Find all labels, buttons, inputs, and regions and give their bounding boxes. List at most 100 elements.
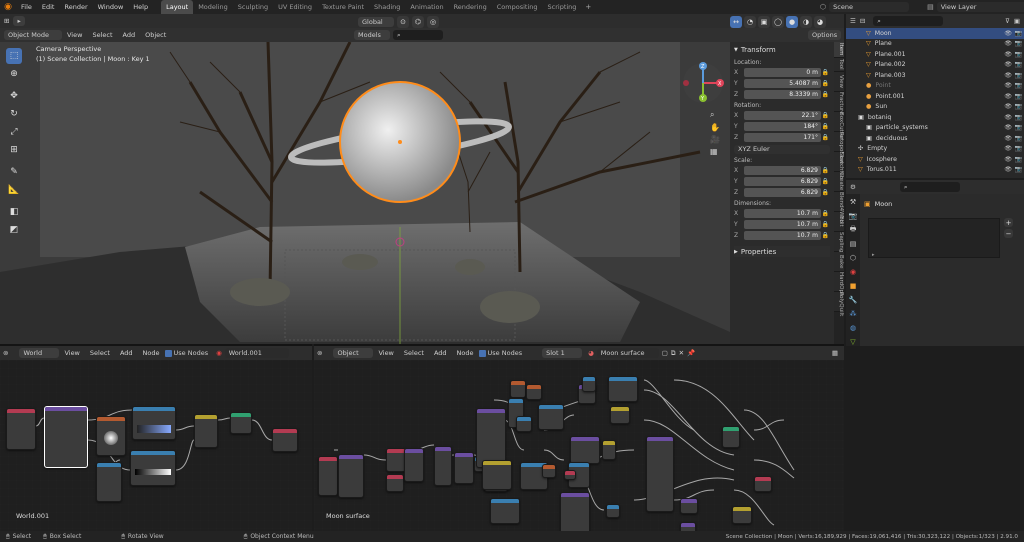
world-use-nodes-checkbox[interactable]: Use Nodes — [164, 349, 208, 357]
lock-icon[interactable]: 🔒 — [821, 80, 830, 87]
transform-tool-icon[interactable]: ⊞ — [6, 142, 22, 158]
shader-node[interactable] — [732, 506, 752, 524]
filter-icon[interactable]: ⊽ — [1005, 17, 1010, 25]
render-camera-icon[interactable]: 📷 — [1015, 61, 1022, 68]
tab-scripting[interactable]: Scripting — [543, 0, 582, 14]
world-node-editor[interactable]: ⊚ World View Select Add Node Use Nodes ◉… — [0, 344, 312, 531]
menu-help[interactable]: Help — [128, 0, 153, 14]
shader-node-editor[interactable]: ⊚ Object View Select Add Node Use Nodes … — [314, 344, 844, 531]
outliner-row[interactable]: ▽ Plane.002 👁 📷 — [846, 60, 1024, 71]
tab-modeling[interactable]: Modeling — [193, 0, 233, 14]
shader-node[interactable] — [482, 460, 512, 490]
visibility-eye-icon[interactable]: 👁 — [1004, 61, 1012, 68]
properties-panel-header[interactable]: ▶ Properties — [734, 246, 830, 257]
menu-file[interactable]: File — [16, 0, 37, 14]
render-camera-icon[interactable]: 📷 — [1015, 135, 1022, 142]
location-x-field[interactable]: 0 m — [744, 67, 821, 77]
menu-edit[interactable]: Edit — [37, 0, 60, 14]
orientation-dropdown[interactable]: Global — [358, 17, 394, 27]
we-menu-add[interactable]: Add — [115, 349, 138, 357]
transform-panel-header[interactable]: ▼ Transform — [734, 44, 830, 55]
lock-icon[interactable]: 🔒 — [821, 210, 830, 217]
visibility-eye-icon[interactable]: 👁 — [1004, 145, 1012, 152]
visibility-eye-icon[interactable]: 👁 — [1004, 93, 1012, 100]
unlink-material-icon[interactable]: ✕ — [679, 349, 684, 357]
shader-node[interactable] — [754, 476, 772, 492]
lock-icon[interactable]: 🔒 — [821, 178, 830, 185]
render-camera-icon[interactable]: 📷 — [1015, 166, 1022, 173]
shader-node[interactable] — [386, 448, 406, 472]
outliner-row[interactable]: ● Point 👁 📷 — [846, 81, 1024, 92]
tab-uv-editing[interactable]: UV Editing — [273, 0, 317, 14]
dimensions-z-field[interactable]: 10.7 m — [744, 230, 821, 240]
collection-filter-dropdown[interactable]: Models — [354, 30, 390, 40]
wireframe-shading-icon[interactable]: ◯ — [772, 16, 784, 28]
visibility-eye-icon[interactable]: 👁 — [1004, 51, 1012, 58]
shader-node[interactable] — [538, 404, 564, 430]
location-z-field[interactable]: 8.3339 m — [744, 89, 821, 99]
render-camera-icon[interactable]: 📷 — [1015, 103, 1022, 110]
shader-node[interactable] — [490, 498, 520, 524]
fake-user-icon[interactable]: ▢ — [662, 349, 668, 357]
n-tab-fracture[interactable]: Fracture — [834, 92, 844, 115]
properties-search-input[interactable]: ⌕ — [899, 182, 960, 192]
world-node-gradient[interactable] — [130, 450, 176, 486]
zoom-icon[interactable]: ⌕ — [710, 110, 720, 120]
view-layer-tab-icon[interactable]: ▤ — [847, 238, 859, 250]
list-expand-icon[interactable]: ▸ — [872, 252, 875, 258]
se-menu-add[interactable]: Add — [429, 349, 452, 357]
shader-node[interactable] — [542, 464, 556, 478]
se-menu-node[interactable]: Node — [452, 349, 479, 357]
outliner-row[interactable]: ▽ Plane.001 👁 📷 — [846, 49, 1024, 60]
3d-viewport[interactable]: ⊞ ▸ Object Mode View Select Add Object G… — [0, 14, 844, 344]
shader-node[interactable] — [434, 446, 452, 486]
n-tab-polyquilt[interactable]: PolyQuilt — [834, 292, 844, 316]
n-tab-sketchfab[interactable]: Sketchfab — [834, 152, 844, 179]
outliner-row[interactable]: ▽ Moon 👁 📷 — [846, 28, 1024, 39]
outliner-row[interactable]: ▽ Plane.003 👁 📷 — [846, 70, 1024, 81]
scene-icon[interactable]: ⬡ — [820, 3, 826, 11]
outliner-row[interactable]: ▣ particle_systems 👁 📷 — [846, 123, 1024, 134]
snap-icon[interactable]: ⌬ — [412, 16, 424, 28]
world-node-background[interactable] — [230, 412, 252, 434]
rotation-mode-dropdown[interactable]: XYZ Euler — [734, 145, 830, 154]
scene-name-field[interactable]: Scene — [829, 2, 910, 12]
visibility-eye-icon[interactable]: 👁 — [1004, 40, 1012, 47]
annotate-tool-icon[interactable]: ✎ — [6, 164, 22, 180]
world-node-sky[interactable] — [132, 406, 176, 440]
properties-editor-icon[interactable]: ⚙ — [850, 183, 856, 191]
lock-icon[interactable]: 🔒 — [821, 112, 830, 119]
we-menu-node[interactable]: Node — [138, 349, 165, 357]
world-node-mapping[interactable] — [44, 406, 88, 468]
lock-icon[interactable]: 🔒 — [821, 69, 830, 76]
add-workspace-icon[interactable]: + — [585, 3, 591, 11]
output-tab-icon[interactable]: 🖶 — [847, 224, 859, 236]
xray-toggle-icon[interactable]: ▣ — [758, 16, 770, 28]
editor-type-icon[interactable]: ⊞ — [4, 17, 9, 25]
tab-animation[interactable]: Animation — [405, 0, 448, 14]
render-camera-icon[interactable]: 📷 — [1015, 51, 1022, 58]
n-tab-boxcutter[interactable]: BoxCutter — [834, 112, 844, 140]
remove-shape-key-icon[interactable]: − — [1004, 229, 1013, 238]
shader-node[interactable] — [318, 456, 338, 496]
shader-node[interactable] — [608, 376, 638, 402]
n-tab-tool[interactable]: Tool — [834, 58, 844, 72]
se-menu-view[interactable]: View — [373, 349, 398, 357]
lock-icon[interactable]: 🔒 — [821, 123, 830, 130]
outliner-row[interactable]: ✣ Empty 👁 📷 — [846, 144, 1024, 155]
se-menu-select[interactable]: Select — [399, 349, 429, 357]
render-camera-icon[interactable]: 📷 — [1015, 72, 1022, 79]
tool-tab-icon[interactable]: ⚒ — [847, 196, 859, 208]
gizmo-toggle-icon[interactable]: ↔ — [730, 16, 742, 28]
viewport-search-input[interactable]: ⌕ — [393, 30, 443, 40]
vp-menu-select[interactable]: Select — [87, 31, 117, 39]
dimensions-x-field[interactable]: 10.7 m — [744, 208, 821, 218]
n-tab-retopoflow[interactable]: RetopoFlow — [834, 132, 844, 164]
add-shape-key-icon[interactable]: + — [1004, 218, 1013, 227]
lock-icon[interactable]: 🔒 — [821, 167, 830, 174]
tab-rendering[interactable]: Rendering — [449, 0, 492, 14]
we-menu-select[interactable]: Select — [85, 349, 115, 357]
world-node-math[interactable] — [96, 462, 122, 502]
shader-node[interactable] — [680, 498, 698, 514]
shader-node[interactable] — [606, 504, 620, 518]
